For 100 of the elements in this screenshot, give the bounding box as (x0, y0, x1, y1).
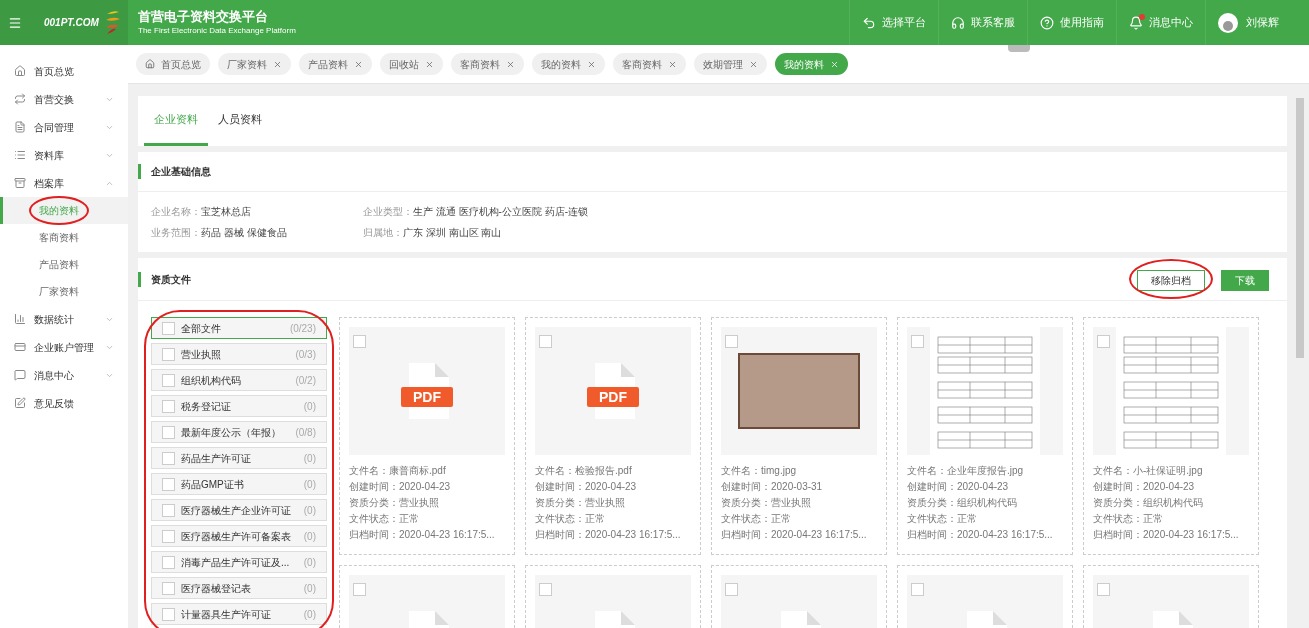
close-icon[interactable] (506, 59, 515, 69)
category-item[interactable]: 药品生产许可证 (0) (151, 447, 327, 469)
close-icon[interactable] (273, 59, 282, 69)
category-item[interactable]: 营业执照 (0/3) (151, 343, 327, 365)
checkbox[interactable] (162, 425, 175, 439)
category-count: (0/8) (295, 425, 316, 440)
close-icon[interactable] (425, 59, 434, 69)
checkbox[interactable] (1097, 335, 1110, 348)
checkbox[interactable] (911, 335, 924, 348)
checkbox[interactable] (162, 347, 175, 361)
sidebar-item[interactable]: 数据统计 (0, 305, 128, 333)
file-card[interactable]: 文件名：timg.jpg 创建时间：2020-03-31 资质分类：营业执照 文件状态：正常 归档时间：2020-04-23 16:17:5... (711, 317, 887, 555)
collapse-handle-icon[interactable] (1008, 45, 1030, 52)
sidebar-item-icon (14, 93, 26, 105)
checkbox[interactable] (725, 583, 738, 596)
sidebar-item[interactable]: 首营交换 (0, 85, 128, 113)
category-item[interactable]: 计量器具生产许可证 (0) (151, 603, 327, 625)
file-info: 文件状态：正常 (907, 512, 978, 525)
open-tab[interactable]: 效期管理 (694, 53, 767, 75)
sidebar-item[interactable]: 意见反馈 (0, 389, 128, 417)
checkbox[interactable] (162, 477, 175, 491)
category-label: 药品生产许可证 (181, 451, 251, 466)
category-count: (0/3) (295, 347, 316, 362)
sidebar-item[interactable]: 资料库 (0, 141, 128, 169)
category-label: 最新年度公示（年报） (181, 425, 281, 440)
close-icon[interactable] (354, 59, 363, 69)
file-info: 文件名：康普商标.pdf (349, 464, 447, 477)
category-item[interactable]: 医疗器械生产许可备案表 (0) (151, 525, 327, 547)
category-label: 医疗器械生产企业许可证 (181, 503, 291, 518)
checkbox[interactable] (162, 321, 175, 335)
sidebar-item[interactable]: 企业账户管理 (0, 333, 128, 361)
info-field: 归属地：广东 深圳 南山区 南山 (363, 225, 1274, 240)
page-tab[interactable]: 人员资料 (208, 96, 272, 146)
file-card[interactable]: PDF 文件名：检验报告.pdf 创建时间：2020-04-23 资质分类：营业执照 文件状态：正常 归档时间：2020-04-23 16:17:5... (525, 317, 701, 555)
category-item[interactable]: 最新年度公示（年报） (0/8) (151, 421, 327, 443)
sidebar-subitem[interactable]: 客商资料 (0, 224, 128, 251)
close-icon[interactable] (668, 59, 677, 69)
sidebar-item[interactable]: 合同管理 (0, 113, 128, 141)
category-label: 计量器具生产许可证 (181, 607, 271, 622)
file-card[interactable]: 文件名：企业年度报告.jpg 创建时间：2020-04-23 资质分类：组织机构代码 文件状态：正常 归档时间：2020-04-23 16:17:5... (897, 317, 1073, 555)
file-info: 文件状态：正常 (1093, 512, 1164, 525)
sidebar-item-icon (14, 65, 26, 77)
open-tab[interactable]: 产品资料 (299, 53, 372, 75)
file-info: 创建时间：2020-03-31 (721, 480, 824, 493)
open-tab[interactable]: 厂家资料 (218, 53, 291, 75)
checkbox[interactable] (162, 555, 175, 569)
sidebar-item[interactable]: 档案库 (0, 169, 128, 197)
file-info: 归档时间：2020-04-23 16:17:5... (907, 528, 1054, 541)
open-tab[interactable]: 首页总览 (136, 53, 210, 75)
sidebar-item[interactable]: 消息中心 (0, 361, 128, 389)
close-icon[interactable] (830, 59, 839, 69)
open-tab[interactable]: 回收站 (380, 53, 443, 75)
file-info: 资质分类：营业执照 (721, 496, 812, 509)
open-tab[interactable]: 我的资料 (532, 53, 605, 75)
logo-text: 001PT.COM (44, 16, 99, 30)
category-item[interactable]: 医疗器械登记表 (0) (151, 577, 327, 599)
checkbox[interactable] (725, 335, 738, 348)
checkbox[interactable] (353, 335, 366, 348)
category-count: (0) (303, 451, 316, 466)
category-label: 营业执照 (181, 347, 221, 362)
sidebar-item-icon (14, 341, 26, 353)
file-card[interactable]: 文件名：小-社保证明.jpg 创建时间：2020-04-23 资质分类：组织机构代码 文件状态：正常 归档时间：2020-04-23 16:17:5... (1083, 317, 1259, 555)
file-info: 创建时间：2020-04-23 (349, 480, 452, 493)
close-icon[interactable] (587, 59, 596, 69)
checkbox[interactable] (162, 581, 175, 595)
sidebar-item[interactable]: 首页总览 (0, 57, 128, 85)
file-info: 文件名：timg.jpg (721, 464, 797, 477)
category-count: (0) (303, 555, 316, 570)
sidebar-subitem[interactable]: 产品资料 (0, 251, 128, 278)
checkbox[interactable] (162, 399, 175, 413)
category-item[interactable]: 医疗器械生产企业许可证 (0) (151, 499, 327, 521)
checkbox[interactable] (1097, 583, 1110, 596)
remove-archive-button[interactable]: 移除归档 (1137, 270, 1205, 291)
checkbox[interactable] (162, 503, 175, 517)
category-count: (0) (303, 503, 316, 518)
checkbox[interactable] (162, 529, 175, 543)
open-tab[interactable]: 客商资料 (613, 53, 686, 75)
category-item[interactable]: 组织机构代码 (0/2) (151, 369, 327, 391)
checkbox[interactable] (162, 607, 175, 621)
category-label: 医疗器械生产许可备案表 (181, 529, 291, 544)
file-info: 文件名：企业年度报告.jpg (907, 464, 1025, 477)
category-item[interactable]: 消毒产品生产许可证及... (0) (151, 551, 327, 573)
open-tab[interactable]: 客商资料 (451, 53, 524, 75)
home-icon (145, 59, 155, 69)
category-item[interactable]: 药品GMP证书 (0) (151, 473, 327, 495)
checkbox[interactable] (911, 583, 924, 596)
checkbox[interactable] (353, 583, 366, 596)
checkbox[interactable] (539, 335, 552, 348)
checkbox[interactable] (162, 451, 175, 465)
category-count: (0) (303, 399, 316, 414)
file-card[interactable]: PDF 文件名：康普商标.pdf 创建时间：2020-04-23 资质分类：营业执照 文件状态：正常 归档时间：2020-04-23 16:17:5... (339, 317, 515, 555)
category-count: (0) (303, 581, 316, 596)
category-item[interactable]: 全部文件 (0/23) (151, 317, 327, 339)
category-item[interactable]: 税务登记证 (0) (151, 395, 327, 417)
sidebar-subitem[interactable]: 厂家资料 (0, 278, 128, 305)
category-count: (0) (303, 529, 316, 544)
checkbox[interactable] (539, 583, 552, 596)
category-count: (0) (303, 477, 316, 492)
close-icon[interactable] (749, 59, 758, 69)
checkbox[interactable] (162, 373, 175, 387)
